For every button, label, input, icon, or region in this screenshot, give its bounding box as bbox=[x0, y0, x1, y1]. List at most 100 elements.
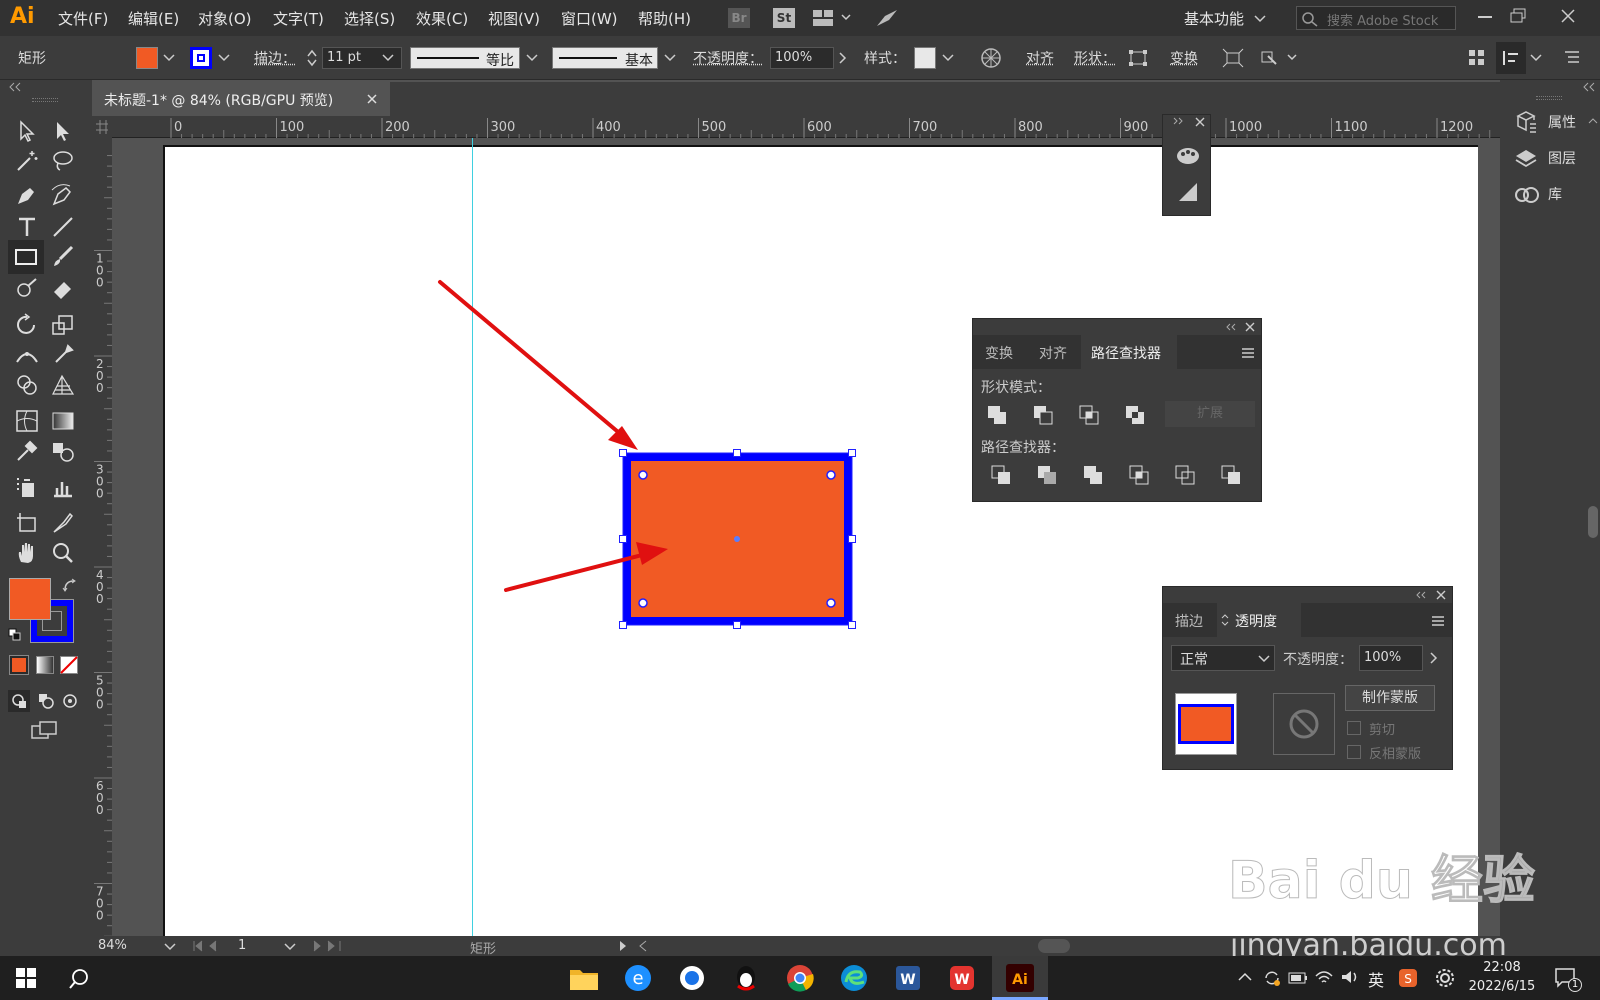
horizontal-scroll-thumb[interactable] bbox=[1038, 939, 1070, 953]
shaper-tool-icon[interactable] bbox=[14, 276, 40, 302]
lasso-tool-icon[interactable] bbox=[50, 148, 76, 174]
color-mode-button[interactable] bbox=[9, 655, 29, 675]
curvature-tool-icon[interactable] bbox=[50, 182, 76, 208]
fill-swatch-front[interactable] bbox=[9, 578, 51, 620]
tab-stroke[interactable]: 描边 bbox=[1175, 611, 1203, 631]
stroke-color-swatch[interactable] bbox=[190, 47, 212, 69]
close-panel-icon[interactable] bbox=[1245, 322, 1255, 332]
perspective-grid-tool-icon[interactable] bbox=[50, 372, 76, 398]
close-panel-icon[interactable] bbox=[1436, 590, 1446, 600]
menu-select[interactable]: 选择(S) bbox=[344, 8, 395, 29]
vertical-scroll-thumb[interactable] bbox=[1588, 506, 1598, 538]
draw-inside-icon[interactable] bbox=[62, 693, 78, 709]
expand-panel-icon[interactable] bbox=[1173, 117, 1185, 125]
variable-width-profile-select[interactable]: 等比 bbox=[410, 47, 520, 69]
chevron-down-icon[interactable] bbox=[284, 942, 296, 952]
gradient-tool-icon[interactable] bbox=[50, 408, 76, 434]
artboard-number[interactable]: 1 bbox=[238, 938, 246, 953]
clip-checkbox[interactable] bbox=[1347, 721, 1361, 735]
swap-fill-stroke-icon[interactable] bbox=[62, 578, 78, 594]
rotate-tool-icon[interactable] bbox=[14, 312, 40, 338]
draw-behind-icon[interactable] bbox=[38, 693, 54, 709]
menu-object[interactable]: 对象(O) bbox=[198, 8, 252, 29]
invert-mask-checkbox[interactable] bbox=[1347, 745, 1361, 759]
shape-builder-tool-icon[interactable] bbox=[14, 372, 40, 398]
transparency-opacity-input[interactable]: 100% bbox=[1359, 645, 1423, 671]
shape-link[interactable]: 形状： bbox=[1074, 48, 1116, 68]
object-thumbnail[interactable] bbox=[1175, 693, 1237, 755]
ie-browser-icon[interactable]: e bbox=[622, 962, 654, 994]
line-segment-tool-icon[interactable] bbox=[50, 214, 76, 240]
symbol-sprayer-tool-icon[interactable] bbox=[14, 474, 40, 500]
menu-help[interactable]: 帮助(H) bbox=[638, 8, 691, 29]
scale-tool-icon[interactable] bbox=[50, 312, 76, 338]
opacity-input[interactable]: 100% bbox=[770, 47, 834, 69]
arrange-documents-icon[interactable] bbox=[812, 9, 852, 27]
dock-item-properties[interactable]: 属性 bbox=[1500, 106, 1600, 138]
type-tool-icon[interactable] bbox=[14, 214, 40, 240]
pen-tool-icon[interactable] bbox=[14, 182, 40, 208]
transform-link[interactable]: 变换 bbox=[1170, 48, 1198, 68]
chevron-down-icon[interactable] bbox=[1530, 52, 1542, 64]
control-bar-menu-icon[interactable] bbox=[1564, 49, 1580, 65]
workspace-switcher[interactable]: 基本功能 bbox=[1184, 8, 1244, 29]
app-logo[interactable]: Ai bbox=[10, 4, 35, 29]
vertical-scrollbar[interactable] bbox=[1586, 116, 1600, 956]
volume-icon[interactable] bbox=[1340, 968, 1360, 986]
status-menu-arrow-icon[interactable] bbox=[618, 940, 628, 952]
input-method-indicator[interactable]: 英 bbox=[1368, 967, 1384, 991]
collapse-toolbar-icon[interactable] bbox=[8, 82, 22, 92]
intersect-icon[interactable] bbox=[1079, 405, 1099, 425]
arrange-icon[interactable] bbox=[1468, 49, 1486, 67]
bridge-button[interactable]: Br bbox=[728, 8, 750, 28]
gradient-mode-button[interactable] bbox=[36, 656, 54, 674]
zoom-tool-icon[interactable] bbox=[50, 540, 76, 566]
chevron-right-icon[interactable] bbox=[838, 51, 848, 65]
trim-icon[interactable] bbox=[1037, 465, 1057, 485]
stock-search-input[interactable]: 搜索 Adobe Stock bbox=[1296, 6, 1456, 30]
unite-icon[interactable] bbox=[987, 405, 1007, 425]
chrome-icon[interactable] bbox=[784, 962, 816, 994]
close-tab-icon[interactable] bbox=[367, 94, 377, 104]
minus-back-icon[interactable] bbox=[1221, 465, 1241, 485]
change-screen-mode-icon[interactable] bbox=[30, 720, 60, 744]
puppet-warp-tool-icon[interactable] bbox=[50, 342, 76, 368]
next-last-artboard-icon[interactable] bbox=[312, 940, 352, 952]
clock-time[interactable]: 22:08 bbox=[1472, 960, 1532, 975]
first-previous-artboard-icon[interactable] bbox=[192, 940, 232, 952]
isolate-group-icon[interactable] bbox=[1222, 48, 1244, 68]
slice-tool-icon[interactable] bbox=[50, 510, 76, 536]
tab-pathfinder[interactable]: 路径查找器 bbox=[1091, 343, 1161, 363]
stroke-weight-stepper[interactable] bbox=[306, 48, 318, 68]
merge-icon[interactable] bbox=[1083, 465, 1103, 485]
minus-front-icon[interactable] bbox=[1033, 405, 1053, 425]
draw-normal-button[interactable] bbox=[8, 690, 30, 712]
edge-icon[interactable] bbox=[838, 962, 870, 994]
hand-tool-icon[interactable] bbox=[14, 540, 40, 566]
restore-button[interactable] bbox=[1510, 8, 1528, 24]
mask-thumbnail[interactable] bbox=[1273, 693, 1335, 755]
stroke-panel-link[interactable]: 描边： bbox=[254, 48, 296, 68]
tab-transparency[interactable]: 透明度 bbox=[1235, 611, 1277, 631]
column-graph-tool-icon[interactable] bbox=[50, 474, 76, 500]
ruler-origin[interactable] bbox=[92, 116, 112, 138]
stock-button[interactable]: St bbox=[773, 8, 795, 28]
recolor-artwork-icon[interactable] bbox=[980, 47, 1002, 69]
fill-color-swatch[interactable] bbox=[136, 47, 158, 69]
artboard-tool-icon[interactable] bbox=[14, 510, 40, 536]
menu-edit[interactable]: 编辑(E) bbox=[128, 8, 179, 29]
menu-effect[interactable]: 效果(C) bbox=[416, 8, 468, 29]
opacity-label[interactable]: 不透明度： bbox=[693, 48, 763, 68]
menu-view[interactable]: 视图(V) bbox=[488, 8, 540, 29]
gradient-panel-icon[interactable] bbox=[1177, 181, 1199, 203]
mesh-tool-icon[interactable] bbox=[14, 408, 40, 434]
chevron-down-icon[interactable] bbox=[163, 52, 175, 64]
battery-icon[interactable] bbox=[1288, 970, 1308, 986]
width-tool-icon[interactable] bbox=[14, 342, 40, 368]
eraser-tool-icon[interactable] bbox=[50, 276, 76, 302]
wps-icon[interactable]: W bbox=[946, 962, 978, 994]
none-mode-button[interactable] bbox=[60, 656, 78, 674]
scroll-left-icon[interactable] bbox=[638, 940, 648, 952]
qq-icon[interactable] bbox=[730, 962, 762, 994]
magic-wand-tool-icon[interactable] bbox=[14, 148, 40, 174]
